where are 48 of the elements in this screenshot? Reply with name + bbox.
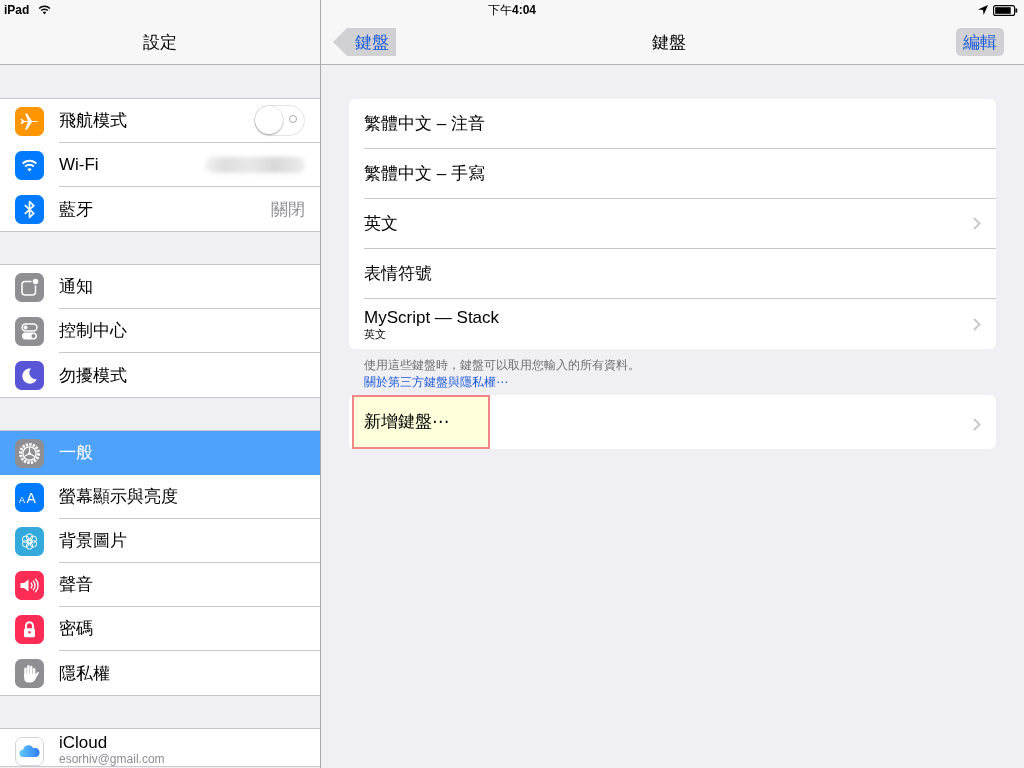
- chevron-icon: [973, 418, 981, 431]
- keyboard-row[interactable]: 繁體中文 – 手寫: [349, 149, 996, 199]
- keyboard-row[interactable]: 英文: [349, 199, 996, 249]
- text-size-icon: AA: [15, 482, 44, 512]
- privacy-link[interactable]: 關於第三方鍵盤與隱私權⋯: [364, 375, 508, 389]
- battery-icon: [993, 4, 1018, 16]
- settings-row[interactable]: 藍牙 關閉: [0, 187, 320, 231]
- status-time: 下午4:04: [488, 1, 536, 19]
- wifi-signal-icon: [38, 5, 52, 15]
- account-email: esorhiv@gmail.com: [59, 753, 165, 766]
- settings-row[interactable]: 聲音: [0, 563, 320, 607]
- toggle-switch[interactable]: [254, 105, 305, 136]
- settings-icon: [15, 438, 44, 468]
- wifi-icon: [15, 150, 44, 180]
- keyboard-row[interactable]: MyScript — Stack 英文: [349, 299, 996, 349]
- sidebar-title: 設定: [143, 31, 177, 54]
- settings-row[interactable]: 勿擾模式: [0, 353, 320, 397]
- notification-icon: [15, 272, 44, 302]
- settings-row[interactable]: 通知: [0, 265, 320, 309]
- flower-icon: [15, 526, 44, 556]
- settings-row[interactable]: 背景圖片: [0, 519, 320, 563]
- settings-row[interactable]: 控制中心: [0, 309, 320, 353]
- edit-button[interactable]: 編輯: [956, 28, 1004, 56]
- add-keyboard-row[interactable]: 新增鍵盤⋯: [349, 395, 996, 449]
- page-title: 鍵盤: [651, 31, 686, 54]
- status-value: 關閉: [271, 198, 305, 221]
- settings-row[interactable]: 密碼: [0, 607, 320, 651]
- device-name: iPad: [4, 3, 30, 17]
- hand-icon: [15, 658, 44, 688]
- keyboard-language: 英文: [364, 327, 387, 341]
- settings-row[interactable]: iCloud esorhiv@gmail.com: [0, 729, 320, 766]
- moon-icon: [15, 360, 44, 390]
- chevron-icon: [973, 317, 981, 331]
- footer-note: 使用這些鍵盤時，鍵盤可以取用您輸入的所有資料。 關於第三方鍵盤與隱私權⋯: [364, 357, 641, 391]
- keyboard-row[interactable]: 表情符號: [349, 249, 996, 299]
- chevron-icon: [973, 217, 981, 230]
- settings-row[interactable]: Wi-Fi: [0, 143, 320, 187]
- location-arrow-icon: [978, 5, 988, 15]
- back-button[interactable]: 鍵盤: [333, 28, 396, 56]
- padlock-icon: [15, 614, 44, 644]
- settings-row[interactable]: AA 螢幕顯示與亮度: [0, 475, 320, 519]
- toggles-icon: [15, 316, 44, 346]
- keyboard-row[interactable]: 繁體中文 – 注音: [349, 99, 996, 149]
- speaker-icon: [15, 570, 44, 600]
- bluetooth-icon: [15, 194, 44, 224]
- settings-row[interactable]: 飛航模式: [0, 99, 320, 143]
- airplane-icon: [15, 106, 44, 136]
- settings-row[interactable]: 隱私權: [0, 651, 320, 695]
